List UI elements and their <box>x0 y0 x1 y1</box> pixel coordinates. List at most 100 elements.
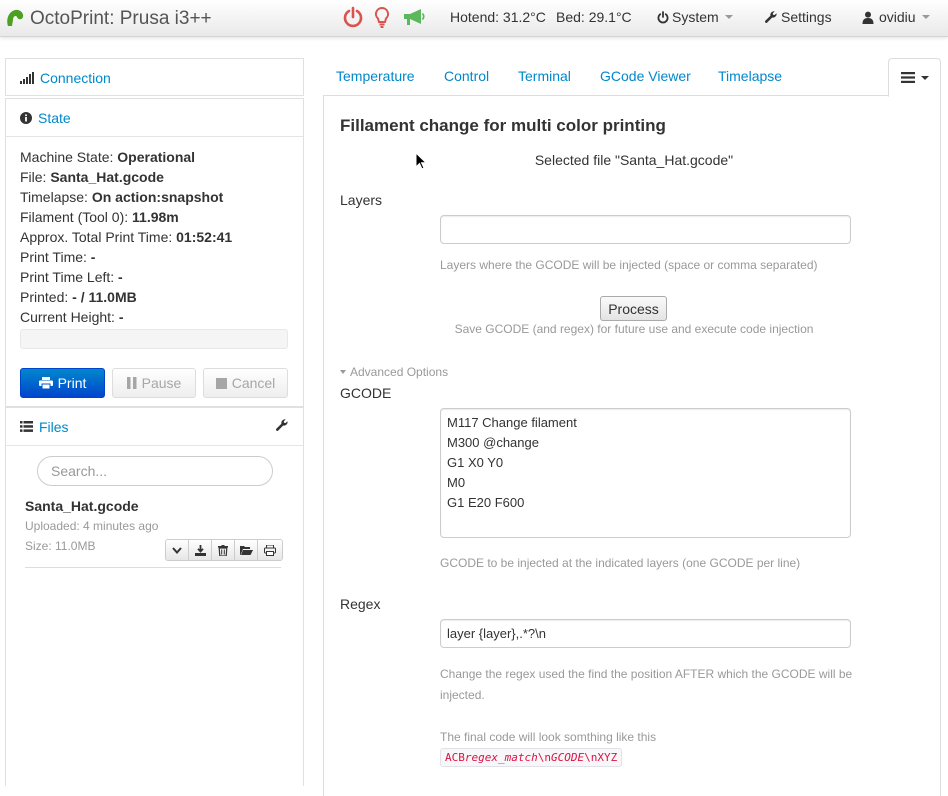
pause-button[interactable]: Pause <box>112 368 196 398</box>
chevron-down-icon <box>724 15 733 19</box>
print-time: Print Time: - <box>20 247 289 267</box>
state-heading[interactable]: State <box>6 99 303 137</box>
print-button[interactable]: Print <box>20 368 105 398</box>
code-prefix: ACB <box>445 751 465 764</box>
gcode-help: GCODE to be injected at the indicated la… <box>440 556 801 570</box>
settings-link[interactable]: Settings <box>764 9 832 25</box>
state-value: - <box>90 249 96 265</box>
hamburger-icon <box>900 72 915 83</box>
state-panel: State Machine State: Operational File: S… <box>5 98 304 407</box>
file-name: Santa_Hat.gcode <box>25 498 139 514</box>
download-icon[interactable] <box>189 540 212 560</box>
tab-control[interactable]: Control <box>444 68 489 84</box>
chevron-down-icon <box>921 15 930 19</box>
layers-label: Layers <box>340 192 383 208</box>
power-icon[interactable] <box>343 6 363 28</box>
process-button[interactable]: Process <box>600 296 667 321</box>
user-menu[interactable]: ovidiu <box>862 9 930 25</box>
current-height: Current Height: - <box>20 307 289 327</box>
system-menu[interactable]: System <box>657 9 733 25</box>
file-uploaded: Uploaded: 4 minutes ago <box>25 519 159 533</box>
regex-help-line2: injected. <box>440 688 485 702</box>
state-label: Approx. Total Print Time: <box>20 229 177 245</box>
megaphone-icon[interactable] <box>402 7 426 27</box>
regex-input[interactable] <box>440 619 851 648</box>
state-label: Current Height: <box>20 309 119 325</box>
state-value: - / 11.0MB <box>72 289 137 305</box>
gcode-label: GCODE <box>340 385 392 401</box>
system-power-icon <box>657 10 669 23</box>
layers-help: Layers where the GCODE will be injected … <box>440 258 818 272</box>
tab-overflow-menu[interactable] <box>888 58 941 97</box>
stop-icon <box>215 377 227 389</box>
info-icon <box>20 111 32 124</box>
state-value: - <box>118 309 124 325</box>
regex-help-line1: Change the regex used the find the posit… <box>440 667 853 681</box>
connection-heading[interactable]: Connection <box>6 59 303 97</box>
layers-input[interactable] <box>440 215 851 244</box>
total-print-time: Approx. Total Print Time: 01:52:41 <box>20 227 289 247</box>
user-icon <box>862 11 874 24</box>
files-panel: Files Santa_Hat.gcode Uploaded: 4 minute… <box>5 407 304 786</box>
advanced-options-label: Advanced Options <box>350 365 449 379</box>
page-title: Fillament change for multi color printin… <box>340 116 666 135</box>
system-label: System <box>672 9 719 25</box>
tab-temperature[interactable]: Temperature <box>336 68 415 84</box>
state-label: Filament (Tool 0): <box>20 209 133 225</box>
state-body: Machine State: Operational File: Santa_H… <box>6 137 303 398</box>
filament-change-tab: Fillament change for multi color printin… <box>323 96 941 796</box>
state-label: Print Time: <box>20 249 91 265</box>
state-value: - <box>118 269 123 285</box>
tab-terminal[interactable]: Terminal <box>518 68 571 84</box>
gcode-textarea[interactable] <box>440 408 851 538</box>
code-match: regex_match <box>464 751 538 764</box>
hotend-temperature: Hotend: 31.2°C <box>450 9 546 25</box>
files-title: Files <box>39 418 69 435</box>
printer-icon <box>38 377 53 389</box>
expand-chevron-icon[interactable] <box>166 540 189 560</box>
connection-panel: Connection <box>5 58 304 96</box>
state-value: On action:snapshot <box>91 189 224 205</box>
machine-state: Machine State: Operational <box>20 147 289 167</box>
wrench-icon[interactable] <box>275 418 289 435</box>
tab-timelapse[interactable]: Timelapse <box>718 68 782 84</box>
files-heading[interactable]: Files <box>6 408 303 446</box>
file-list-item[interactable]: Santa_Hat.gcode Uploaded: 4 minutes ago … <box>25 498 283 568</box>
print-time-left: Print Time Left: - <box>20 267 289 287</box>
octoprint-logo-icon <box>4 6 26 31</box>
trash-icon[interactable] <box>212 540 235 560</box>
settings-label: Settings <box>781 9 832 25</box>
cancel-button[interactable]: Cancel <box>203 368 288 398</box>
code-suffix: \nXYZ <box>584 751 618 764</box>
signal-icon <box>20 72 34 84</box>
cancel-label: Cancel <box>231 375 276 391</box>
mouse-cursor-icon <box>415 151 428 173</box>
code-newline: \n <box>537 751 551 764</box>
tab-gcode-viewer[interactable]: GCode Viewer <box>600 68 691 84</box>
print-controls: Print Pause Cancel <box>20 368 289 398</box>
chevron-down-icon <box>920 75 929 80</box>
printer-icon[interactable] <box>258 540 282 560</box>
state-label: Machine State: <box>20 149 118 165</box>
lightbulb-icon[interactable] <box>374 6 390 28</box>
process-help: Save GCODE (and regex) for future use an… <box>454 322 814 336</box>
pause-icon <box>126 377 137 389</box>
state-value: 11.98m <box>132 209 179 225</box>
advanced-options-toggle[interactable]: Advanced Options <box>340 365 448 379</box>
state-title: State <box>38 109 71 126</box>
files-search-input[interactable] <box>37 456 273 486</box>
user-name: ovidiu <box>879 9 916 25</box>
bed-temperature: Bed: 29.1°C <box>556 9 632 25</box>
main-tabs: Temperature Control Terminal GCode Viewe… <box>323 56 941 97</box>
list-icon <box>20 421 33 432</box>
state-value: Santa_Hat.gcode <box>50 169 164 185</box>
final-code-text: The final code will look somthing like t… <box>440 730 657 744</box>
brand[interactable]: OctoPrint: Prusa i3++ <box>4 6 212 31</box>
wrench-icon <box>764 11 777 23</box>
print-label: Print <box>57 375 87 391</box>
state-label: File: <box>20 169 51 185</box>
folder-open-icon[interactable] <box>235 540 258 560</box>
connection-title: Connection <box>40 70 111 86</box>
state-label: Printed: <box>20 289 73 305</box>
print-progress-bar <box>20 329 288 349</box>
